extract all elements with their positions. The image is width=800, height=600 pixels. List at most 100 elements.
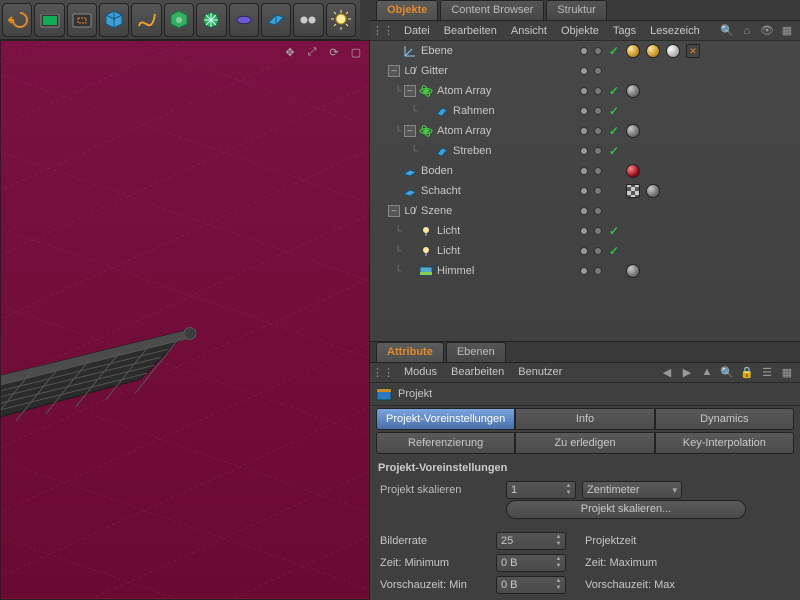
expand-icon[interactable]: ▦ [780,365,794,379]
visibility-dot-editor[interactable] [580,107,588,115]
visibility-dot-editor[interactable] [580,207,588,215]
plane-button[interactable] [261,3,291,37]
up-icon[interactable]: ▲ [700,365,714,379]
visibility-dot-render[interactable] [594,267,602,275]
visibility-dot-editor[interactable] [580,167,588,175]
visibility-dot-editor[interactable] [580,127,588,135]
tag-smallx[interactable]: ✕ [686,44,700,58]
visibility-dot-render[interactable] [594,127,602,135]
visibility-dot-editor[interactable] [580,147,588,155]
obj-menu-objekte[interactable]: Objekte [561,25,599,37]
camera-button[interactable] [293,3,323,37]
attr-tab-1[interactable]: Ebenen [446,342,506,362]
tree-row[interactable]: └Himmel [370,261,800,281]
back-icon[interactable]: ◀ [660,365,674,379]
visibility-dot-editor[interactable] [580,87,588,95]
new-icon[interactable]: ☰ [760,365,774,379]
eye-icon[interactable]: 👁 [760,24,774,38]
obj-menu-datei[interactable]: Datei [404,25,430,37]
deformer-button[interactable] [229,3,259,37]
object-tab-1[interactable]: Content Browser [440,0,544,20]
visibility-dot-editor[interactable] [580,187,588,195]
tag-checker[interactable] [626,184,640,198]
visibility-dot-editor[interactable] [580,227,588,235]
attr-tab-button[interactable]: Referenzierung [376,432,515,454]
attr-tab-button[interactable]: Key-Interpolation [655,432,794,454]
viewport-rotate-icon[interactable]: ⟳ [327,45,341,59]
tag-sphere-gold[interactable] [646,44,660,58]
enable-check[interactable]: ✓ [608,44,620,58]
visibility-dot-editor[interactable] [580,267,588,275]
object-label[interactable]: Boden [421,165,521,177]
object-label[interactable]: Atom Array [437,125,537,137]
tag-sphere-white[interactable] [666,44,680,58]
visibility-dot-render[interactable] [594,67,602,75]
tree-row[interactable]: └Streben✓ [370,141,800,161]
object-label[interactable]: Szene [421,205,521,217]
object-label[interactable]: Himmel [437,265,537,277]
tree-row[interactable]: └–Atom Array✓ [370,81,800,101]
attr-menu-modus[interactable]: Modus [404,366,437,378]
viewport-move-icon[interactable]: ✥ [283,45,297,59]
enable-check[interactable]: ✓ [608,124,620,138]
field-input[interactable]: 0 B▲▼ [496,554,566,572]
visibility-dot-render[interactable] [594,87,602,95]
attr-menu-bearbeiten[interactable]: Bearbeiten [451,366,504,378]
field-input[interactable]: 25▲▼ [496,532,566,550]
forward-icon[interactable]: ▶ [680,365,694,379]
tag-sphere-red[interactable] [626,164,640,178]
enable-check[interactable]: ✓ [608,224,620,238]
tree-row[interactable]: └Rahmen✓ [370,101,800,121]
cube-button[interactable] [99,3,129,37]
tag-sphere-grey[interactable] [646,184,660,198]
tree-row[interactable]: └–Atom Array✓ [370,121,800,141]
visibility-dot-editor[interactable] [580,247,588,255]
render-button[interactable] [34,3,64,37]
tree-row[interactable]: –L0̸Szene [370,201,800,221]
light-button[interactable] [326,3,356,37]
visibility-dot-editor[interactable] [580,67,588,75]
expand-toggle[interactable]: – [404,85,416,97]
undo-button[interactable] [2,3,32,37]
object-tab-0[interactable]: Objekte [376,0,438,20]
tag-sphere-gold[interactable] [626,44,640,58]
expand-toggle[interactable]: – [404,125,416,137]
menu-grip-icon[interactable]: ⋮⋮ [376,24,390,38]
tree-row[interactable]: └Licht✓ [370,241,800,261]
object-label[interactable]: Gitter [421,65,521,77]
attr-tab-button[interactable]: Zu erledigen [515,432,654,454]
spline-button[interactable] [131,3,161,37]
tree-row[interactable]: Boden [370,161,800,181]
home-icon[interactable]: ⌂ [740,24,754,38]
attr-tab-button[interactable]: Info [515,408,654,430]
menu-grip-icon[interactable]: ⋮⋮ [376,365,390,379]
search-icon[interactable]: 🔍 [720,365,734,379]
viewport-frame-icon[interactable]: ▢ [349,45,363,59]
enable-check[interactable]: ✓ [608,244,620,258]
render-region-button[interactable] [67,3,97,37]
enable-check[interactable]: ✓ [608,144,620,158]
visibility-dot-render[interactable] [594,207,602,215]
effector-button[interactable] [196,3,226,37]
object-label[interactable]: Licht [437,245,537,257]
scale-value-field[interactable]: 1▲▼ [506,481,576,499]
tag-sphere-grey[interactable] [626,84,640,98]
visibility-dot-render[interactable] [594,247,602,255]
object-label[interactable]: Rahmen [453,105,553,117]
array-button[interactable] [164,3,194,37]
tree-row[interactable]: Schacht [370,181,800,201]
expand-toggle[interactable]: – [388,65,400,77]
scale-button[interactable]: Projekt skalieren... [506,500,746,519]
scale-unit-dropdown[interactable]: Zentimeter [582,481,682,499]
visibility-dot-render[interactable] [594,227,602,235]
visibility-dot-render[interactable] [594,187,602,195]
object-label[interactable]: Ebene [421,45,521,57]
object-label[interactable]: Licht [437,225,537,237]
obj-menu-lesezeich[interactable]: Lesezeich [650,25,700,37]
lock-icon[interactable]: 🔒 [740,365,754,379]
obj-menu-ansicht[interactable]: Ansicht [511,25,547,37]
visibility-dot-editor[interactable] [580,47,588,55]
expand-toggle[interactable]: – [388,205,400,217]
object-label[interactable]: Schacht [421,185,521,197]
tag-sphere-grey[interactable] [626,124,640,138]
